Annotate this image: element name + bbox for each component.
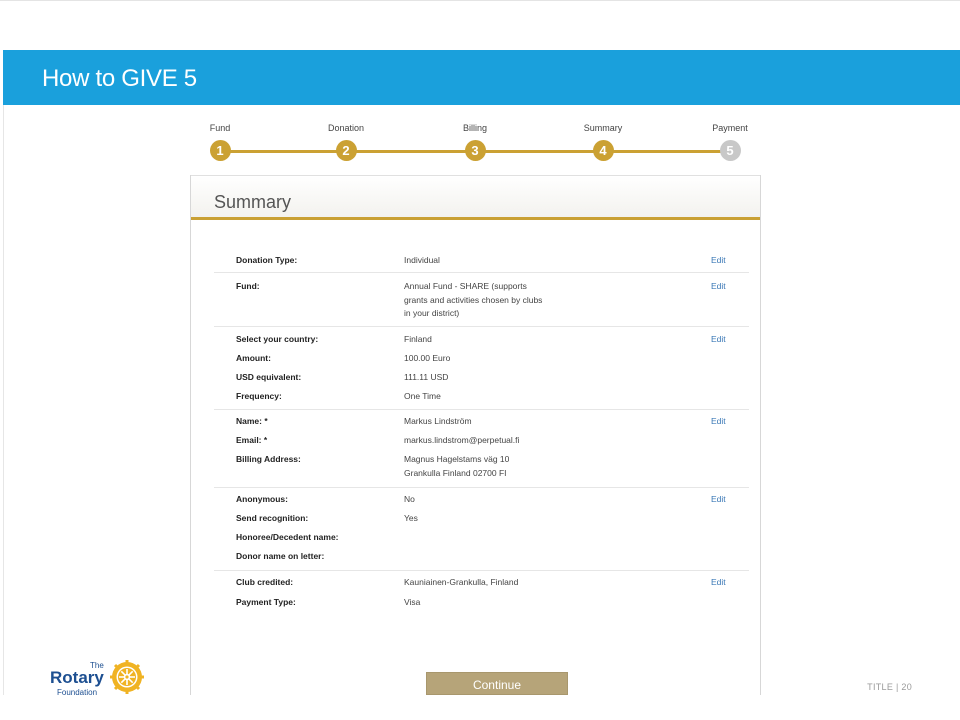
row-key: USD equivalent:: [236, 372, 302, 382]
row-key: Club credited:: [236, 577, 294, 587]
row-key: Fund:: [236, 281, 260, 291]
step-number: 2: [335, 140, 357, 161]
step-label: Fund: [209, 123, 231, 133]
summary-group-billing: Name: * Markus Lindström Email: * markus…: [214, 410, 749, 488]
row-key: Donation Type:: [236, 255, 298, 265]
row-value: Markus Lindström: [404, 416, 472, 426]
step-number: 1: [209, 140, 231, 161]
summary-title: Summary: [214, 192, 292, 212]
rotary-foundation-logo: The Rotary Foundation: [45, 659, 150, 701]
progress-stepper: Fund 1 Donation 2 Billing 3 Summary 4 Pa…: [0, 0, 960, 170]
rotary-wheel-icon: [110, 660, 144, 694]
edit-link[interactable]: Edit: [711, 333, 726, 347]
row-value: Magnus Hagelstams väg 10 Grankulla Finla…: [404, 454, 510, 478]
row-key: Donor name on letter:: [236, 551, 325, 561]
summary-group-fund: Fund: Annual Fund - SHARE (supports gran…: [214, 273, 749, 327]
summary-panel: Summary Donation Type: Individual Edit F…: [190, 175, 761, 695]
summary-group-amount: Select your country: Finland Amount: 100…: [214, 327, 749, 410]
row-key: Frequency:: [236, 391, 282, 401]
summary-rows: Donation Type: Individual Edit Fund: Ann…: [214, 247, 749, 616]
row-key: Send recognition:: [236, 513, 309, 523]
summary-group-recognition: Anonymous: No Send recognition: Yes Hono…: [214, 488, 749, 571]
step-fund[interactable]: Fund 1: [180, 122, 260, 161]
row-value: Individual: [404, 255, 440, 265]
row-key: Email: *: [236, 435, 268, 445]
row-value: Yes: [404, 513, 418, 523]
row-value: 100.00 Euro: [404, 353, 451, 363]
step-number: 4: [592, 140, 614, 161]
logo-foundation: Foundation: [57, 688, 98, 697]
edit-link[interactable]: Edit: [711, 493, 726, 507]
summary-group-donation-type: Donation Type: Individual Edit: [214, 247, 749, 273]
row-key: Name: *: [236, 416, 268, 426]
row-value: Kauniainen-Grankulla, Finland: [404, 577, 519, 587]
step-number: 5: [719, 140, 741, 161]
step-billing[interactable]: Billing 3: [435, 122, 515, 161]
row-key: Billing Address:: [236, 454, 301, 464]
step-payment: Payment 5: [690, 122, 770, 161]
edit-link[interactable]: Edit: [711, 254, 726, 268]
row-value: Finland: [404, 334, 432, 344]
row-value: Annual Fund - SHARE (supports grants and…: [404, 281, 543, 318]
row-value: No: [404, 494, 415, 504]
row-key: Honoree/Decedent name:: [236, 532, 339, 542]
step-summary[interactable]: Summary 4: [563, 122, 643, 161]
edit-link[interactable]: Edit: [711, 576, 726, 590]
logo-rotary: Rotary: [50, 668, 104, 687]
continue-button[interactable]: Continue: [426, 672, 568, 695]
row-value: markus.lindstrom@perpetual.fi: [404, 435, 520, 445]
step-number: 3: [464, 140, 486, 161]
summary-group-club: Club credited: Kauniainen-Grankulla, Fin…: [214, 571, 749, 616]
step-label: Donation: [327, 123, 365, 133]
step-donation[interactable]: Donation 2: [306, 122, 386, 161]
step-label: Billing: [462, 123, 487, 133]
row-value: 111.11 USD: [404, 372, 449, 382]
row-value: One Time: [404, 391, 441, 401]
slide-footer-label: TITLE | 20: [867, 682, 912, 692]
row-key: Amount:: [236, 353, 271, 363]
row-key: Anonymous:: [236, 494, 288, 504]
row-key: Select your country:: [236, 334, 319, 344]
edit-link[interactable]: Edit: [711, 280, 726, 294]
row-key: Payment Type:: [236, 597, 296, 607]
edit-link[interactable]: Edit: [711, 415, 726, 429]
step-label: Summary: [583, 123, 623, 133]
step-label: Payment: [712, 123, 748, 133]
left-divider: [3, 105, 4, 695]
row-value: Visa: [404, 597, 421, 607]
summary-header: Summary: [191, 175, 760, 220]
